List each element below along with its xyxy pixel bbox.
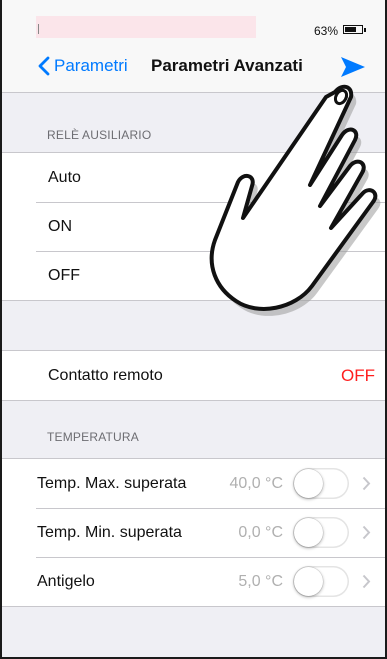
hand-pointer-icon — [209, 84, 381, 316]
temperatura-group: Temp. Max. superata 40,0 °C Temp. Min. s… — [2, 458, 385, 607]
option-label: Auto — [48, 168, 81, 186]
temp-max-value: 40,0 °C — [229, 474, 283, 492]
battery-percent: 63% — [313, 24, 338, 38]
toggle-knob — [294, 469, 323, 498]
contatto-remoto-label: Contatto remoto — [48, 366, 163, 384]
antigelo-label: Antigelo — [37, 572, 95, 590]
temp-min-toggle[interactable] — [293, 517, 349, 548]
contatto-remoto-value: OFF — [341, 365, 375, 385]
chevron-right-icon — [362, 525, 371, 540]
page-title: Parametri Avanzati — [151, 56, 303, 75]
section-header-rele: RELÈ AUSILIARIO — [47, 128, 152, 142]
toggle-knob — [294, 518, 323, 547]
section-header-temperatura: TEMPERATURA — [47, 430, 139, 444]
antigelo-value: 5,0 °C — [238, 572, 283, 590]
contatto-remoto-row[interactable]: Contatto remoto OFF — [2, 351, 385, 400]
chevron-left-icon — [38, 56, 50, 76]
temp-min-label: Temp. Min. superata — [37, 523, 182, 541]
battery-icon — [343, 25, 363, 34]
temp-max-label: Temp. Max. superata — [37, 474, 187, 492]
temp-max-toggle[interactable] — [293, 468, 349, 499]
status-bar: 63% — [2, 0, 385, 40]
app-frame: 63% Parametri Parametri Avanzati RELÈ AU… — [0, 0, 387, 659]
toggle-knob — [294, 567, 323, 596]
battery-nub — [364, 28, 366, 32]
option-label: OFF — [48, 266, 80, 284]
temp-min-row[interactable]: Temp. Min. superata 0,0 °C — [2, 508, 385, 557]
temp-max-row[interactable]: Temp. Max. superata 40,0 °C — [2, 459, 385, 508]
chevron-right-icon — [362, 574, 371, 589]
send-icon[interactable] — [340, 56, 366, 78]
back-label: Parametri — [54, 56, 128, 75]
antigelo-row[interactable]: Antigelo 5,0 °C — [2, 557, 385, 606]
antigelo-toggle[interactable] — [293, 566, 349, 597]
option-label: ON — [48, 217, 72, 235]
status-bar-redaction — [36, 16, 256, 38]
temp-min-value: 0,0 °C — [238, 523, 283, 541]
back-button[interactable]: Parametri — [38, 56, 128, 76]
contatto-group: Contatto remoto OFF — [2, 350, 385, 401]
status-bar-tick — [38, 24, 39, 34]
chevron-right-icon — [362, 476, 371, 491]
